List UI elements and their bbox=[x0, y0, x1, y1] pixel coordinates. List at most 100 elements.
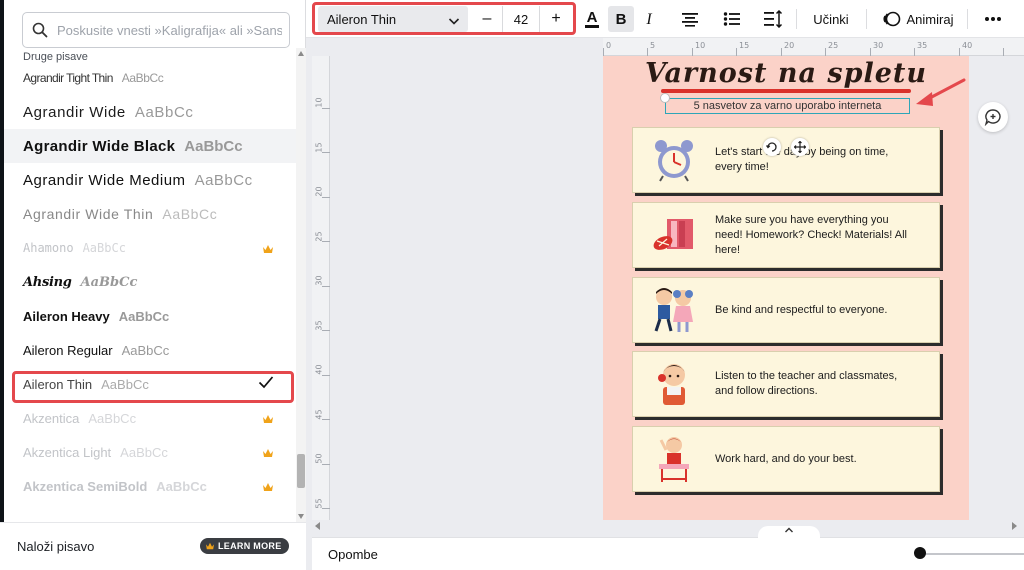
font-name: Aileron Regular bbox=[23, 342, 113, 358]
scroll-left-arrow-icon[interactable] bbox=[314, 522, 322, 530]
more-dots-icon bbox=[985, 17, 1001, 21]
ruler-ticks bbox=[603, 48, 1004, 56]
move-handle[interactable] bbox=[791, 138, 809, 156]
font-sample: AaBbCc bbox=[88, 410, 137, 426]
font-sample: AaBbCc bbox=[121, 342, 170, 358]
zoom-slider-knob[interactable] bbox=[914, 547, 926, 559]
ruler-label: 35 bbox=[314, 320, 324, 331]
animate-button[interactable]: Animiraj bbox=[878, 6, 958, 32]
ruler-label: 10 bbox=[695, 41, 706, 50]
font-row-akzentica[interactable]: Akzentica AaBbCc bbox=[4, 401, 296, 435]
more-options-button[interactable] bbox=[980, 6, 1006, 32]
ruler-label: 45 bbox=[314, 409, 324, 420]
learn-more-button[interactable]: LEARN MORE bbox=[200, 538, 289, 554]
books-illustration-icon bbox=[633, 202, 715, 268]
tip-text: Listen to the teacher and classmates, an… bbox=[715, 370, 898, 397]
toolbar-divider bbox=[866, 9, 867, 29]
font-row-akzentica-light[interactable]: Akzentica Light AaBbCc bbox=[4, 435, 296, 469]
tip-card[interactable]: Work hard, and do your best. bbox=[632, 426, 940, 492]
kids-illustration-icon bbox=[633, 277, 715, 343]
ruler-label: 20 bbox=[784, 41, 795, 50]
svg-text:I: I bbox=[645, 11, 652, 27]
add-comment-button[interactable] bbox=[978, 102, 1008, 132]
bold-button[interactable]: B bbox=[608, 6, 634, 32]
spacing-button[interactable] bbox=[761, 6, 785, 32]
font-row-agrandir-wide[interactable]: Agrandir Wide AaBbCc bbox=[4, 95, 296, 129]
font-name: Aileron Heavy bbox=[23, 308, 110, 324]
tip-card[interactable]: Make sure you have everything you need! … bbox=[632, 202, 940, 268]
ruler-label: 35 bbox=[917, 41, 928, 50]
resize-handle[interactable] bbox=[660, 93, 670, 103]
zoom-slider-track[interactable] bbox=[920, 553, 1024, 555]
ruler-label: 15 bbox=[314, 142, 324, 153]
font-panel: Druge pisave Agrandir Tight Thin AaBbCc … bbox=[0, 0, 306, 570]
text-color-button[interactable]: A bbox=[580, 6, 604, 32]
notes-button[interactable]: Opombe bbox=[328, 547, 378, 562]
animate-label: Animiraj bbox=[906, 11, 954, 27]
font-size-input[interactable]: 42 bbox=[502, 6, 540, 32]
font-search-box[interactable] bbox=[22, 12, 290, 48]
italic-button[interactable]: I bbox=[638, 6, 660, 32]
search-icon bbox=[23, 22, 57, 38]
crown-icon bbox=[262, 411, 274, 429]
scrollbar-thumb[interactable] bbox=[297, 454, 305, 488]
font-sample: AaBbCc bbox=[194, 171, 253, 189]
tip-card[interactable]: Let's start the day by being on time, ev… bbox=[632, 127, 940, 193]
effects-label: Učinki bbox=[813, 11, 849, 27]
list-button[interactable] bbox=[720, 6, 744, 32]
font-row-agrandir-wide-medium[interactable]: Agrandir Wide Medium AaBbCc bbox=[4, 163, 296, 197]
font-sample: AaBbCc bbox=[101, 376, 149, 392]
subtitle-text-box[interactable]: 5 nasvetov za varno uporabo interneta bbox=[665, 98, 910, 114]
font-list-scrollbar[interactable] bbox=[296, 48, 306, 522]
italic-icon: I bbox=[645, 11, 652, 27]
design-page[interactable]: Varnost na spletu 5 nasvetov za varno up… bbox=[603, 56, 969, 520]
collapse-pages-button[interactable] bbox=[758, 526, 820, 540]
rotate-handle[interactable] bbox=[763, 138, 781, 156]
font-row-agrandir-wide-thin[interactable]: Agrandir Wide Thin AaBbCc bbox=[4, 197, 296, 231]
font-name: Agrandir Wide Medium bbox=[23, 171, 186, 189]
font-row-agrandir-tight-thin[interactable]: Agrandir Tight Thin AaBbCc bbox=[4, 62, 296, 95]
decrease-font-size-button[interactable]: – bbox=[473, 6, 501, 32]
font-row-aileron-thin[interactable]: Aileron Thin AaBbCc bbox=[4, 367, 296, 401]
vertical-ruler: 10 15 20 25 30 35 40 45 50 55 bbox=[312, 56, 330, 520]
font-sample: AaBbCc bbox=[80, 274, 138, 290]
font-panel-footer: Naloži pisavo LEARN MORE bbox=[0, 522, 306, 570]
font-search-input[interactable] bbox=[57, 22, 282, 38]
font-row-aileron-heavy[interactable]: Aileron Heavy AaBbCc bbox=[4, 299, 296, 333]
effects-button[interactable]: Učinki bbox=[806, 6, 856, 32]
ruler-label: 30 bbox=[873, 41, 884, 50]
crown-icon bbox=[262, 479, 274, 497]
tip-text: Make sure you have everything you need! … bbox=[715, 213, 907, 256]
learn-more-label: LEARN MORE bbox=[218, 541, 282, 551]
ruler-label: 25 bbox=[828, 41, 839, 50]
scroll-up-arrow-icon[interactable] bbox=[298, 51, 304, 56]
upload-font-link[interactable]: Naloži pisavo bbox=[17, 539, 94, 554]
font-row-akzentica-semibold[interactable]: Akzentica SemiBold AaBbCc bbox=[4, 469, 296, 503]
font-name: Aileron Thin bbox=[23, 376, 93, 392]
bold-icon: B bbox=[616, 11, 627, 27]
font-name: Akzentica SemiBold bbox=[23, 478, 148, 494]
font-sample: AaBbCc bbox=[156, 478, 207, 494]
animate-icon bbox=[883, 11, 900, 27]
font-row-aileron-regular[interactable]: Aileron Regular AaBbCc bbox=[4, 333, 296, 367]
font-name: Ahsing bbox=[23, 274, 72, 290]
font-family-dropdown[interactable]: Aileron Thin bbox=[318, 6, 468, 32]
ruler-label: 5 bbox=[650, 41, 656, 50]
line-spacing-icon bbox=[764, 10, 783, 28]
font-row-ahamono[interactable]: Ahamono AaBbCc bbox=[4, 231, 296, 265]
increase-font-size-button[interactable]: + bbox=[542, 6, 570, 32]
scroll-down-arrow-icon[interactable] bbox=[298, 514, 304, 519]
comment-add-icon bbox=[984, 109, 1001, 126]
alarm-clock-illustration-icon bbox=[633, 127, 715, 193]
tip-text: Let's start the day by being on time, ev… bbox=[715, 146, 889, 173]
font-sample: AaBbCc bbox=[184, 137, 243, 155]
ruler-label: 10 bbox=[314, 97, 324, 108]
tip-card[interactable]: Listen to the teacher and classmates, an… bbox=[632, 351, 940, 417]
tip-card[interactable]: Be kind and respectful to everyone. bbox=[632, 277, 940, 343]
text-align-button[interactable] bbox=[678, 6, 702, 32]
workspace-horizontal-scrollbar[interactable] bbox=[312, 520, 1024, 532]
font-row-agrandir-wide-black[interactable]: Agrandir Wide Black AaBbCc bbox=[4, 129, 296, 163]
font-row-ahsing[interactable]: Ahsing AaBbCc bbox=[4, 265, 296, 299]
scroll-right-arrow-icon[interactable] bbox=[1010, 522, 1018, 530]
rotate-icon bbox=[766, 142, 777, 152]
